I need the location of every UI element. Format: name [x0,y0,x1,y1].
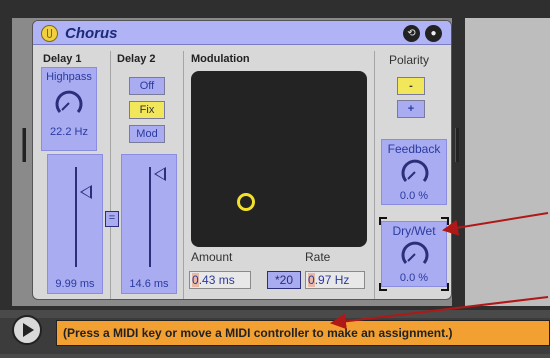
device-title: Chorus [65,25,118,42]
rate-label: Rate [305,250,331,264]
status-message: (Press a MIDI key or move a MIDI control… [56,320,550,346]
modulation-xy-pad[interactable] [191,71,367,247]
divider [183,51,184,299]
feedback-control[interactable]: Feedback 0.0 % [381,139,447,205]
feedback-value: 0.0 % [399,190,429,202]
delay2-time-slider[interactable]: 14.6 ms [121,154,177,294]
right-resize-grip[interactable] [455,128,459,162]
delay2-off-button[interactable]: Off [129,77,165,95]
delay1-label: Delay 1 [43,53,82,65]
amount-value: .43 ms [198,273,235,287]
amount-field[interactable]: 0.43 ms [189,271,251,289]
link-delays-button[interactable]: = [105,211,119,227]
slider-track [75,167,77,267]
delay1-time-slider[interactable]: 9.99 ms [47,154,103,294]
play-icon[interactable] [12,315,42,345]
slider-track [149,167,151,267]
amount-highlight: 0 [192,273,199,287]
rate-value: .97 Hz [314,273,350,287]
slider-handle-icon[interactable] [154,167,166,181]
divider [110,51,111,299]
rate-field[interactable]: 0.97 Hz [305,271,365,289]
save-preset-icon[interactable]: ● [425,25,442,42]
highpass-control[interactable]: Highpass 22.2 Hz [41,67,97,151]
left-resize-grip[interactable] [22,128,26,162]
feedback-knob-icon[interactable] [400,157,430,187]
rate-multiplier-button[interactable]: *20 [267,271,301,289]
chorus-device: Chorus ⟲ ● Delay 1 Highpass 22.2 Hz 9.99… [32,20,452,300]
delay2-label: Delay 2 [117,53,156,65]
polarity-plus-button[interactable]: + [397,100,425,118]
delay2-fix-button[interactable]: Fix [129,101,165,119]
feedback-label: Feedback [387,142,441,156]
delay2-mod-button[interactable]: Mod [129,125,165,143]
xy-pad-handle[interactable] [237,193,255,211]
highpass-knob-icon[interactable] [54,88,84,118]
drop-area [465,18,550,306]
midi-map-bracket [379,217,449,291]
highpass-value: 22.2 Hz [50,126,88,138]
delay2-time-value: 14.6 ms [129,278,169,290]
slider-handle-icon[interactable] [80,185,92,199]
delay1-time-value: 9.99 ms [55,278,95,290]
amount-label: Amount [191,250,233,264]
power-icon[interactable] [41,25,58,42]
polarity-minus-button[interactable]: - [397,77,425,95]
highpass-label: Highpass [46,71,92,83]
divider [374,51,375,299]
rate-highlight: 0 [308,273,315,287]
device-titlebar[interactable]: Chorus ⟲ ● [33,21,451,45]
hot-swap-icon[interactable]: ⟲ [403,25,420,42]
polarity-label: Polarity [389,53,430,67]
modulation-label: Modulation [191,53,250,65]
